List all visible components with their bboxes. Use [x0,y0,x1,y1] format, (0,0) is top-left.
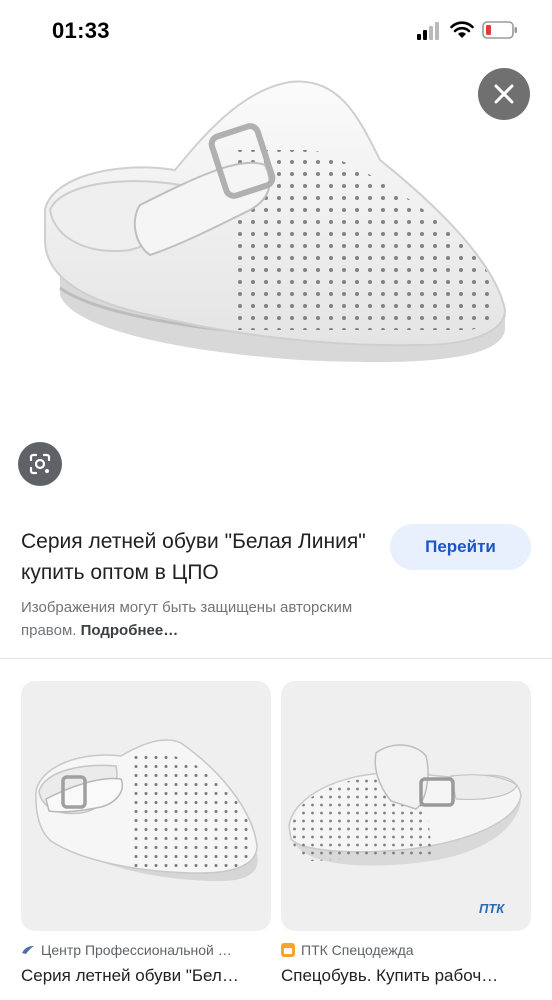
result-title[interactable]: Серия летней обуви "Белая Линия" купить … [21,526,371,588]
wifi-icon [450,21,474,38]
related-source[interactable]: ПТК Спецодежда [281,941,531,959]
related-title[interactable]: Серия летней обуви "Бел… [21,966,271,986]
source-name: Центр Профессиональной … [41,942,232,958]
divider [0,658,552,659]
clog-photo [44,80,507,363]
related-source[interactable]: Центр Профессиональной … [21,941,271,959]
clog-thumbnail [35,739,258,881]
lens-button[interactable] [18,442,62,486]
related-thumbnail[interactable] [21,681,271,931]
source-name: ПТК Спецодежда [301,942,414,958]
status-time: 01:33 [52,18,110,43]
more-link[interactable]: Подробнее… [81,622,179,639]
battery-icon [482,21,517,39]
copyright-text: Изображения могут быть защищены авторски… [21,599,353,639]
related-card[interactable]: ПТК ПТК Спецодежда Спецобувь. Купить раб… [281,681,531,986]
main-image[interactable] [0,60,552,400]
lens-icon [29,453,51,475]
visit-button[interactable]: Перейти [390,524,531,570]
source-favicon [281,943,295,957]
close-icon [494,84,514,104]
close-button[interactable] [478,68,530,120]
watermark-text: ПТК [479,901,505,916]
related-card[interactable]: Центр Профессиональной … Серия летней об… [21,681,271,986]
related-title[interactable]: Спецобувь. Купить рабоч… [281,966,531,986]
copyright-notice: Изображения могут быть защищены авторски… [21,596,401,642]
signal-icon [417,22,439,40]
status-bar: 01:33 [0,0,552,64]
related-thumbnail[interactable]: ПТК [281,681,531,931]
source-favicon [22,946,34,954]
clog-thumbnail: ПТК [288,744,522,916]
